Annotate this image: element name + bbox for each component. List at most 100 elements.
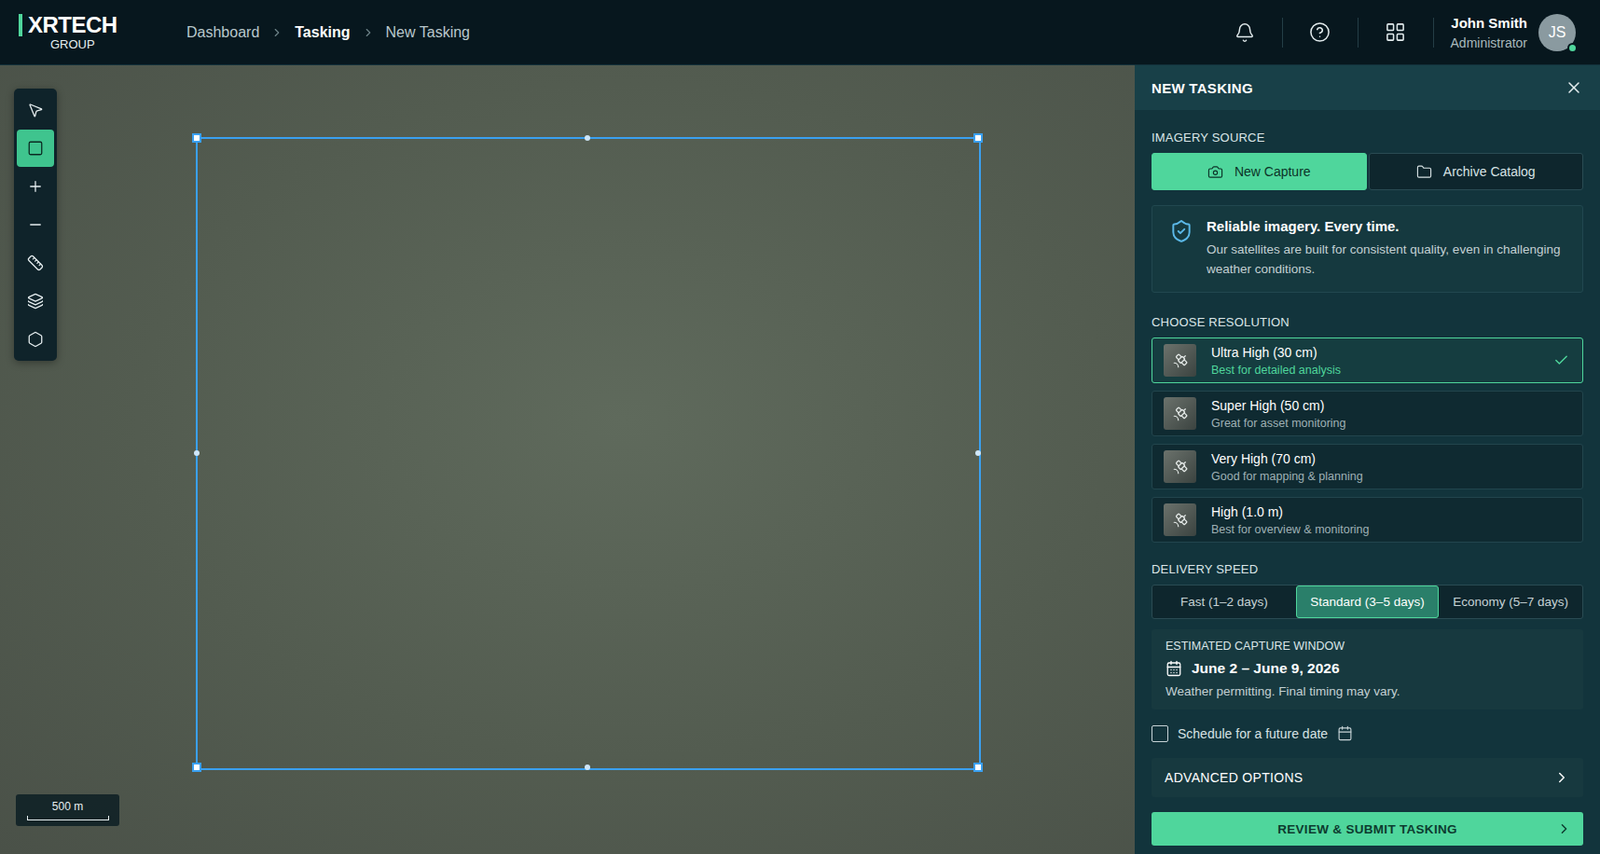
imagery-source-toggle: New CaptureArchive Catalog [1151,152,1584,191]
panel-title: NEW TASKING [1151,80,1254,97]
resolution-text: Very High (70 cm) Good for mapping & plan… [1211,451,1570,483]
section-label: IMAGERY SOURCE [1151,130,1584,146]
grid-icon[interactable] [1375,12,1417,54]
calendar-icon[interactable] [1337,725,1353,742]
check-icon [1553,352,1570,369]
scale-bar: 500 m [15,794,120,827]
source-option[interactable]: New Capture [1151,152,1367,191]
resolution-option[interactable]: High (1.0 m) Best for overview & monitori… [1151,496,1584,543]
edge-handle[interactable] [584,135,591,141]
delivery-option[interactable]: Standard (3–5 days) [1296,585,1440,619]
online-dot [1567,42,1578,54]
chevron-right-icon [1553,769,1571,787]
source-option[interactable]: Archive Catalog [1368,152,1585,191]
zoom-out-icon[interactable] [16,206,55,244]
resolution-list: Ultra High (30 cm) Best for detailed anal… [1151,337,1584,543]
breadcrumb-item[interactable]: Dashboard [186,24,260,42]
calendar-icon [1165,660,1183,677]
notice-body: Our satellites are built for consistent … [1206,239,1568,279]
help-icon[interactable] [1299,12,1341,54]
panel-body: IMAGERY SOURCE New CaptureArchive Catalog… [1134,110,1600,846]
rectangle-icon[interactable] [16,129,55,167]
satellite-icon [1163,450,1197,483]
satellite-map[interactable]: 500 m [0,65,1135,854]
notice-text: Reliable imagery. Every time. Our satelli… [1206,218,1568,279]
capture-window: ESTIMATED CAPTURE WINDOW June 2 – June 9,… [1151,629,1584,710]
breadcrumb-item[interactable]: Tasking [294,24,350,42]
resolution-option[interactable]: Ultra High (30 cm) Best for detailed anal… [1151,337,1584,384]
chevron-right-icon [270,26,284,40]
divider [1282,17,1283,48]
edge-handle[interactable] [975,450,981,456]
close-icon[interactable] [1564,78,1584,97]
resolution-subtitle: Good for mapping & planning [1211,469,1570,483]
resolution-text: High (1.0 m) Best for overview & monitori… [1211,504,1570,537]
resolution-title: Ultra High (30 cm) [1211,344,1539,360]
resolution-subtitle: Best for detailed analysis [1211,363,1539,377]
submit-button[interactable]: REVIEW & SUBMIT TASKING [1151,812,1584,846]
edge-handle[interactable] [584,764,591,771]
camera-icon [1207,164,1224,180]
notice-title: Reliable imagery. Every time. [1206,218,1568,235]
resolution-option[interactable]: Very High (70 cm) Good for mapping & plan… [1151,443,1584,490]
resolution-text: Super High (50 cm) Great for asset monito… [1211,398,1570,430]
shield-icon [1169,218,1194,279]
delivery-option[interactable]: Fast (1–2 days) [1152,585,1297,619]
resize-handle[interactable] [973,762,983,773]
divider [1433,17,1435,48]
resolution-text: Ultra High (30 cm) Best for detailed anal… [1211,344,1539,377]
schedule-checkbox[interactable]: Schedule for a future date [1151,721,1584,745]
export-icon[interactable] [16,320,55,359]
satellite-icon [1163,397,1197,430]
resolution-subtitle: Great for asset monitoring [1211,416,1570,430]
capture-dates: June 2 – June 9, 2026 [1165,660,1570,677]
resize-handle[interactable] [973,133,983,143]
chevron-right-icon [361,26,375,40]
resize-handle[interactable] [192,133,202,143]
top-bar: XRTECHGROUPDashboard Tasking New Tasking Jo… [0,0,1600,66]
delivery-speed: Fast (1–2 days)Standard (3–5 days)Econom… [1151,584,1584,620]
layers-icon[interactable] [16,282,55,320]
logo-title: XRTECH [18,13,187,37]
scale-label: 500 m [52,800,83,814]
bell-icon[interactable] [1224,12,1266,54]
delivery-option[interactable]: Economy (5–7 days) [1438,585,1583,619]
breadcrumbs: Dashboard Tasking New Tasking [186,24,470,42]
select-icon[interactable] [16,91,55,129]
panel-header: NEW TASKING [1134,65,1600,111]
logo-subtitle: GROUP [18,38,187,51]
scale-line [27,815,110,821]
satellite-icon [1163,344,1197,377]
resolution-option[interactable]: Super High (50 cm) Great for asset monito… [1151,390,1584,437]
map-toolbar [13,88,57,361]
section-label: CHOOSE RESOLUTION [1151,315,1584,331]
user-menu[interactable]: John SmithAdministrator JS [1450,13,1576,52]
satellite-icon [1163,503,1197,537]
logo[interactable]: XRTECHGROUP [18,13,187,51]
divider [1357,17,1359,48]
area-selection[interactable] [195,137,981,771]
workspace: 500 m NEW TASKING IMAGERY SOURCE New Captur… [0,65,1600,854]
user-name: John Smith [1450,14,1528,31]
measure-icon[interactable] [16,244,55,282]
checkbox[interactable] [1151,725,1169,743]
zoom-in-icon[interactable] [16,167,55,206]
header-actions: John SmithAdministrator JS [1224,12,1576,54]
capture-note: Weather permitting. Final timing may var… [1165,684,1570,699]
advanced-options[interactable]: ADVANCED OPTIONS [1151,758,1584,798]
breadcrumb-item[interactable]: New Tasking [386,24,470,42]
chevron-right-icon [1556,821,1573,838]
info-notice: Reliable imagery. Every time. Our satelli… [1151,205,1584,293]
folder-icon [1416,164,1433,180]
avatar[interactable]: JS [1538,13,1576,52]
resolution-title: High (1.0 m) [1211,504,1570,520]
capture-label: ESTIMATED CAPTURE WINDOW [1165,639,1570,653]
user-info: John SmithAdministrator [1450,14,1528,51]
tasking-panel: NEW TASKING IMAGERY SOURCE New CaptureArch… [1134,65,1600,854]
app: XRTECHGROUPDashboard Tasking New Tasking Jo… [0,0,1600,854]
resize-handle[interactable] [192,762,202,773]
resolution-title: Super High (50 cm) [1211,398,1570,414]
edge-handle[interactable] [193,450,200,456]
resolution-subtitle: Best for overview & monitoring [1211,523,1570,537]
resolution-title: Very High (70 cm) [1211,451,1570,467]
